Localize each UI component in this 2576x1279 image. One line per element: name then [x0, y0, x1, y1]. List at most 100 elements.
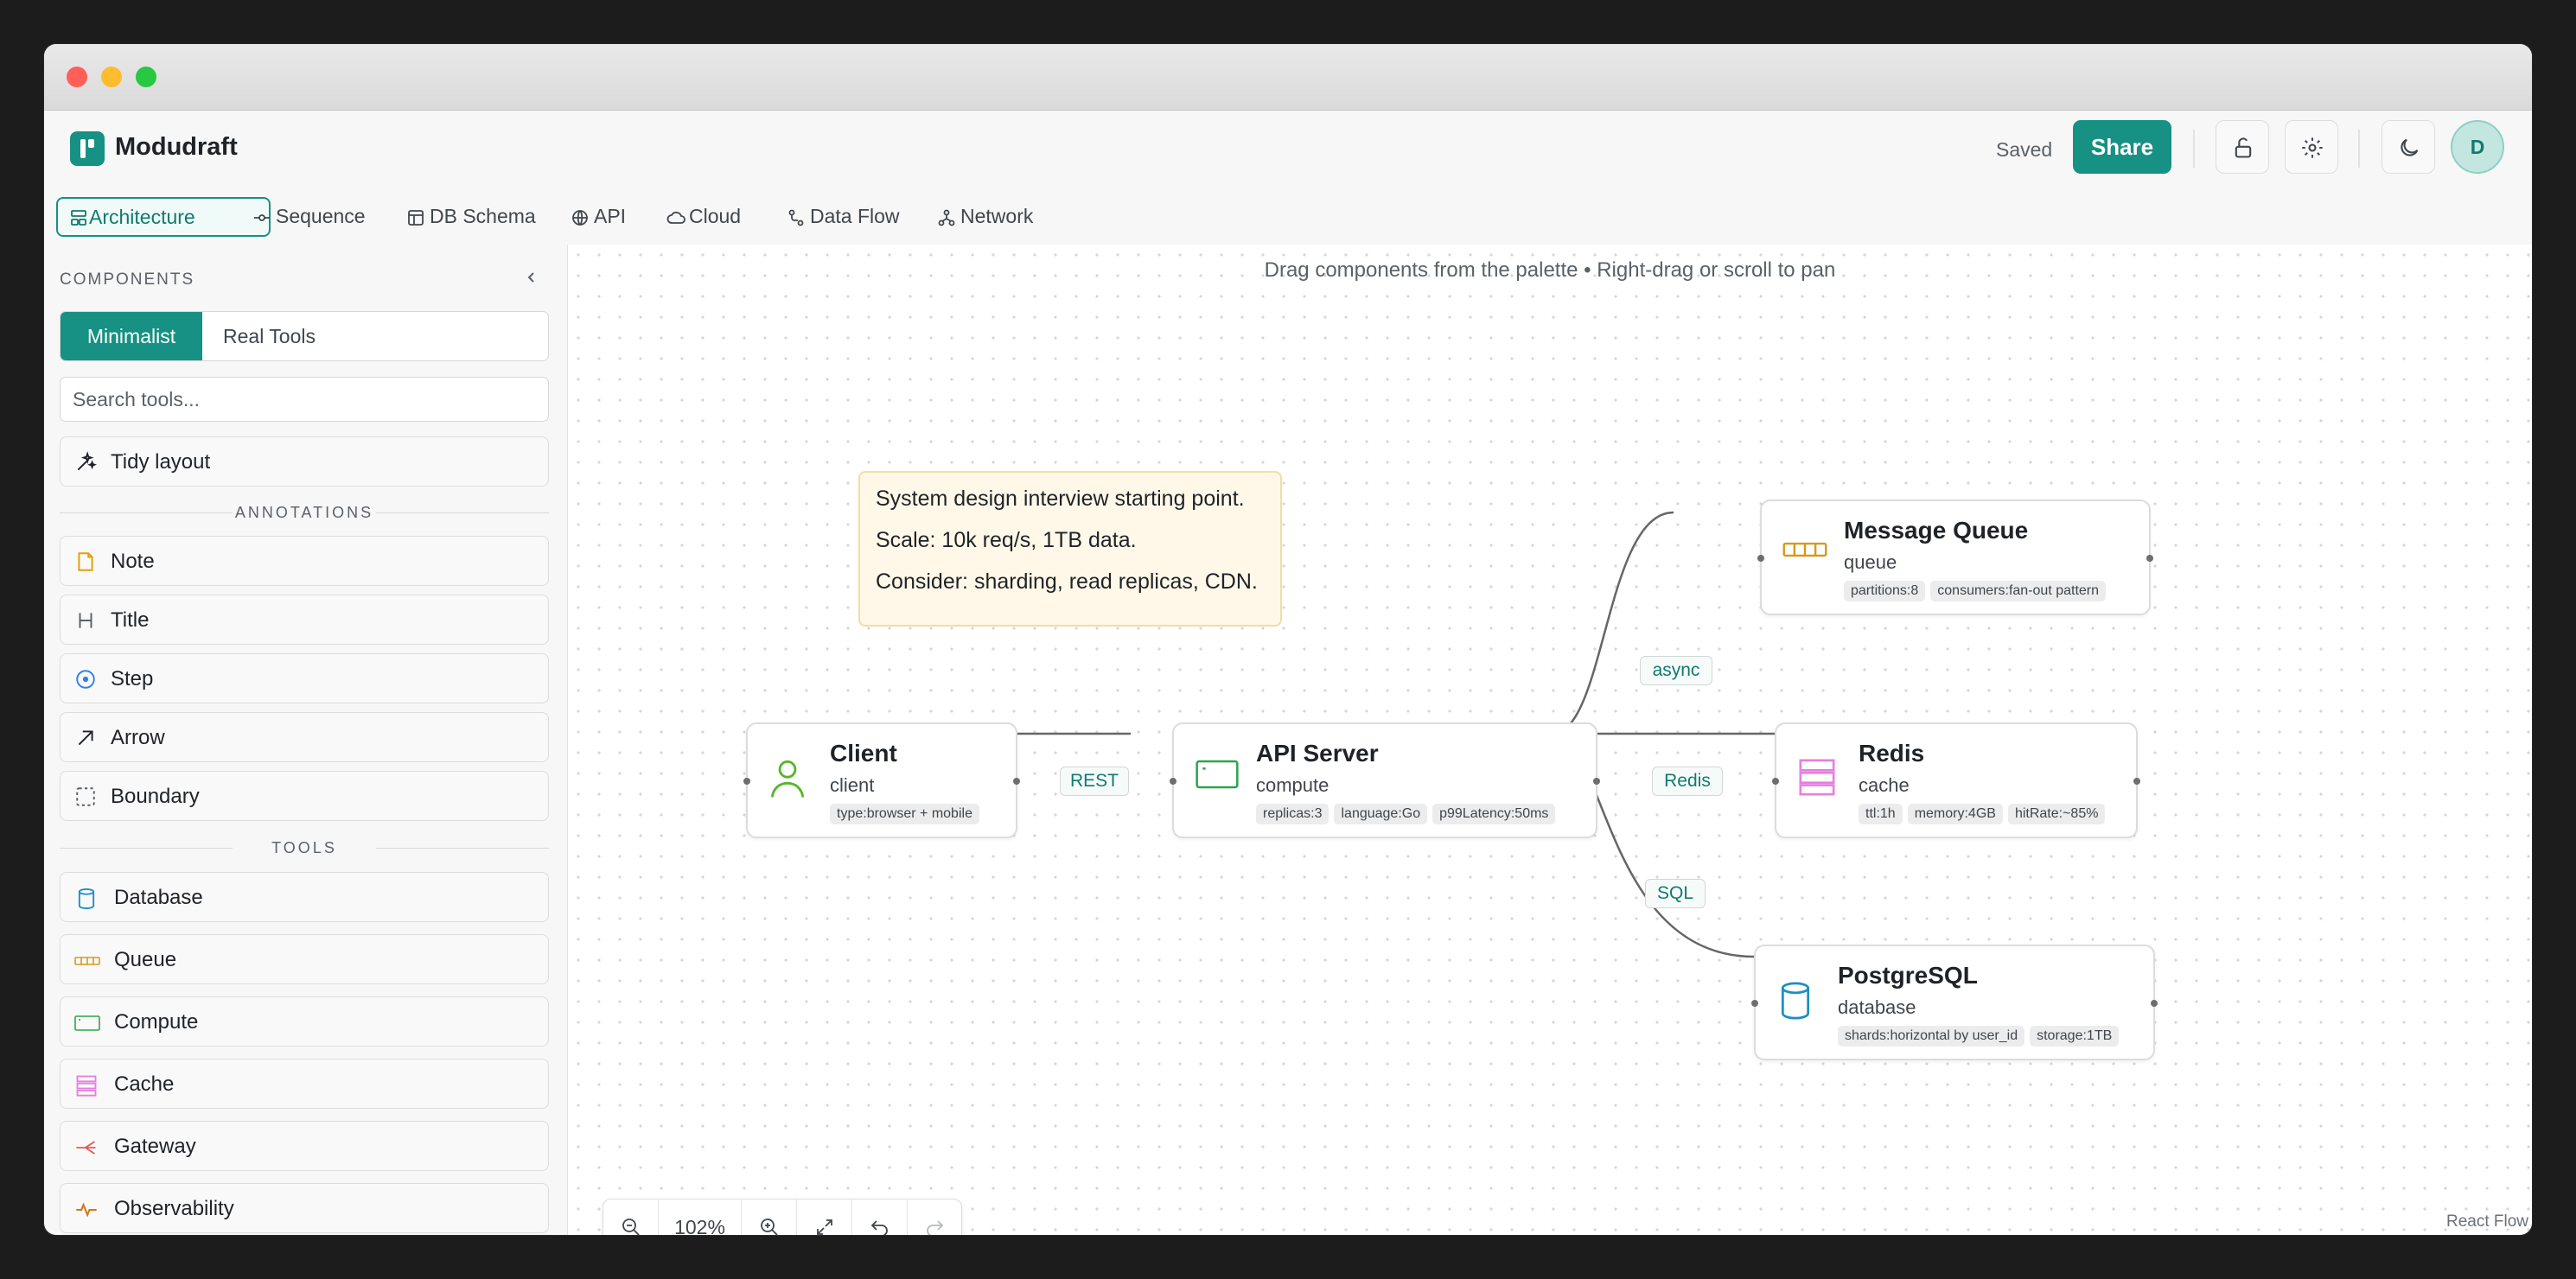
- input-handle[interactable]: [1757, 555, 1764, 562]
- theme-toggle-button[interactable]: [2382, 120, 2435, 174]
- undo-icon: [870, 1220, 888, 1235]
- node-tag: language:Go: [1334, 804, 1428, 824]
- output-handle[interactable]: [2133, 778, 2140, 785]
- item-label: Queue: [114, 948, 177, 971]
- input-handle[interactable]: [1751, 1000, 1758, 1007]
- sidebar-item-gateway[interactable]: Gateway: [60, 1121, 549, 1171]
- edge-label-redis[interactable]: Redis: [1652, 767, 1723, 796]
- sidebar-item-database[interactable]: Database: [60, 872, 549, 922]
- arrow-icon: [78, 730, 93, 746]
- moon-icon: [2401, 138, 2419, 156]
- node-tag: ttl:1h: [1859, 804, 1903, 824]
- output-handle[interactable]: [1593, 778, 1600, 785]
- components-sidebar: COMPONENTS Minimalist Real Tools Tidy la…: [44, 245, 568, 1235]
- expand-icon: [817, 1219, 832, 1235]
- undo-button[interactable]: [852, 1199, 908, 1235]
- edge-label-rest[interactable]: REST: [1060, 767, 1129, 796]
- database-icon: [78, 888, 95, 910]
- search-tools-input[interactable]: [60, 377, 549, 422]
- tab-label: Architecture: [89, 206, 195, 228]
- lock-button[interactable]: [2216, 120, 2269, 174]
- tab-cloud[interactable]: Cloud: [658, 197, 741, 237]
- item-label: Gateway: [114, 1135, 196, 1158]
- tab-network[interactable]: Network: [929, 197, 1033, 237]
- node-tags: type:browser + mobile: [830, 804, 985, 824]
- tab-label: Network: [960, 205, 1034, 227]
- tidy-layout-button[interactable]: Tidy layout: [60, 436, 549, 487]
- sidebar-item-step[interactable]: Step: [60, 653, 549, 703]
- edge-api-queue[interactable]: [1552, 511, 1674, 735]
- settings-button[interactable]: [2285, 120, 2338, 174]
- compute-icon: [1196, 760, 1239, 789]
- user-icon: [770, 760, 805, 798]
- sidebar-item-compute[interactable]: Compute: [60, 996, 549, 1047]
- input-handle[interactable]: [1170, 778, 1176, 785]
- node-client[interactable]: Client client type:browser + mobile: [743, 722, 1020, 838]
- avatar[interactable]: D: [2451, 120, 2504, 174]
- input-handle[interactable]: [1772, 778, 1779, 785]
- tab-architecture[interactable]: Architecture: [56, 197, 271, 237]
- node-redis[interactable]: Redis cache ttl:1h memory:4GB hitRate:~85%: [1772, 722, 2140, 838]
- output-handle[interactable]: [1013, 778, 1020, 785]
- sidebar-item-queue[interactable]: Queue: [60, 934, 549, 984]
- close-window-button[interactable]: [67, 67, 87, 87]
- network-icon: [938, 209, 955, 226]
- table-icon: [408, 210, 424, 226]
- sidebar-item-title[interactable]: Title: [60, 595, 549, 645]
- zoom-controls: 102%: [603, 1199, 962, 1235]
- share-button[interactable]: Share: [2073, 120, 2171, 174]
- sidebar-item-arrow[interactable]: Arrow: [60, 712, 549, 762]
- node-tag: shards:horizontal by user_id: [1838, 1026, 2025, 1047]
- segment-real-tools[interactable]: Real Tools: [223, 312, 316, 360]
- item-label: Arrow: [111, 726, 165, 749]
- minimize-window-button[interactable]: [101, 67, 122, 87]
- react-flow-attribution[interactable]: React Flow: [2446, 1212, 2528, 1231]
- redo-button[interactable]: [908, 1199, 961, 1235]
- item-label: Note: [111, 550, 155, 573]
- queue-icon: [74, 957, 100, 965]
- sticky-note[interactable]: System design interview starting point. …: [858, 471, 1282, 627]
- output-handle[interactable]: [2151, 1000, 2158, 1007]
- zoom-out-button[interactable]: [603, 1199, 659, 1235]
- heading-icon: [79, 613, 92, 628]
- node-title: Redis: [1859, 740, 1925, 767]
- gear-icon: [2302, 137, 2323, 158]
- section-label: TOOLS: [271, 839, 337, 856]
- segment-minimalist[interactable]: Minimalist: [61, 312, 202, 360]
- diagram-canvas[interactable]: Drag components from the palette • Right…: [568, 245, 2532, 1235]
- tab-sequence[interactable]: Sequence: [245, 197, 366, 237]
- node-tags: shards:horizontal by user_id storage:1TB: [1838, 1026, 2124, 1047]
- node-message-queue[interactable]: Message Queue queue partitions:8 consumer…: [1757, 500, 2153, 615]
- sidebar-item-note[interactable]: Note: [60, 536, 549, 586]
- sidebar-item-cache[interactable]: Cache: [60, 1059, 549, 1109]
- zoom-in-button[interactable]: [742, 1199, 797, 1235]
- node-api-server[interactable]: API Server compute replicas:3 language:Go…: [1170, 722, 1600, 838]
- architecture-icon: [71, 210, 86, 226]
- sidebar-item-observability[interactable]: Observability: [60, 1183, 549, 1233]
- queue-icon: [1782, 542, 1827, 557]
- database-icon: [1781, 982, 1810, 1020]
- header-divider: [2358, 130, 2360, 168]
- item-label: Compute: [114, 1010, 199, 1034]
- input-handle[interactable]: [743, 778, 750, 785]
- app-window: Modudraft Saved Share D Architecture Seq…: [44, 44, 2532, 1235]
- node-title: Client: [830, 740, 897, 767]
- tab-db-schema[interactable]: DB Schema: [399, 197, 536, 237]
- note-line: System design interview starting point.: [876, 487, 1245, 511]
- node-postgresql[interactable]: PostgreSQL database shards:horizontal by…: [1751, 945, 2158, 1060]
- node-type: queue: [1844, 551, 1897, 573]
- output-handle[interactable]: [2146, 555, 2153, 562]
- tab-api[interactable]: API: [563, 197, 626, 237]
- maximize-window-button[interactable]: [136, 67, 156, 87]
- edge-label-sql[interactable]: SQL: [1645, 879, 1706, 908]
- node-type: compute: [1256, 774, 1329, 796]
- tab-data-flow[interactable]: Data Flow: [779, 197, 900, 237]
- sidebar-item-boundary[interactable]: Boundary: [60, 771, 549, 821]
- fit-view-button[interactable]: [797, 1199, 852, 1235]
- node-tag: hitRate:~85%: [2007, 804, 2106, 824]
- collapse-sidebar-icon[interactable]: [523, 269, 540, 286]
- zoom-out-icon: [622, 1219, 640, 1235]
- node-type: client: [830, 774, 875, 796]
- edge-label-async[interactable]: async: [1640, 656, 1712, 685]
- item-label: Observability: [114, 1197, 234, 1220]
